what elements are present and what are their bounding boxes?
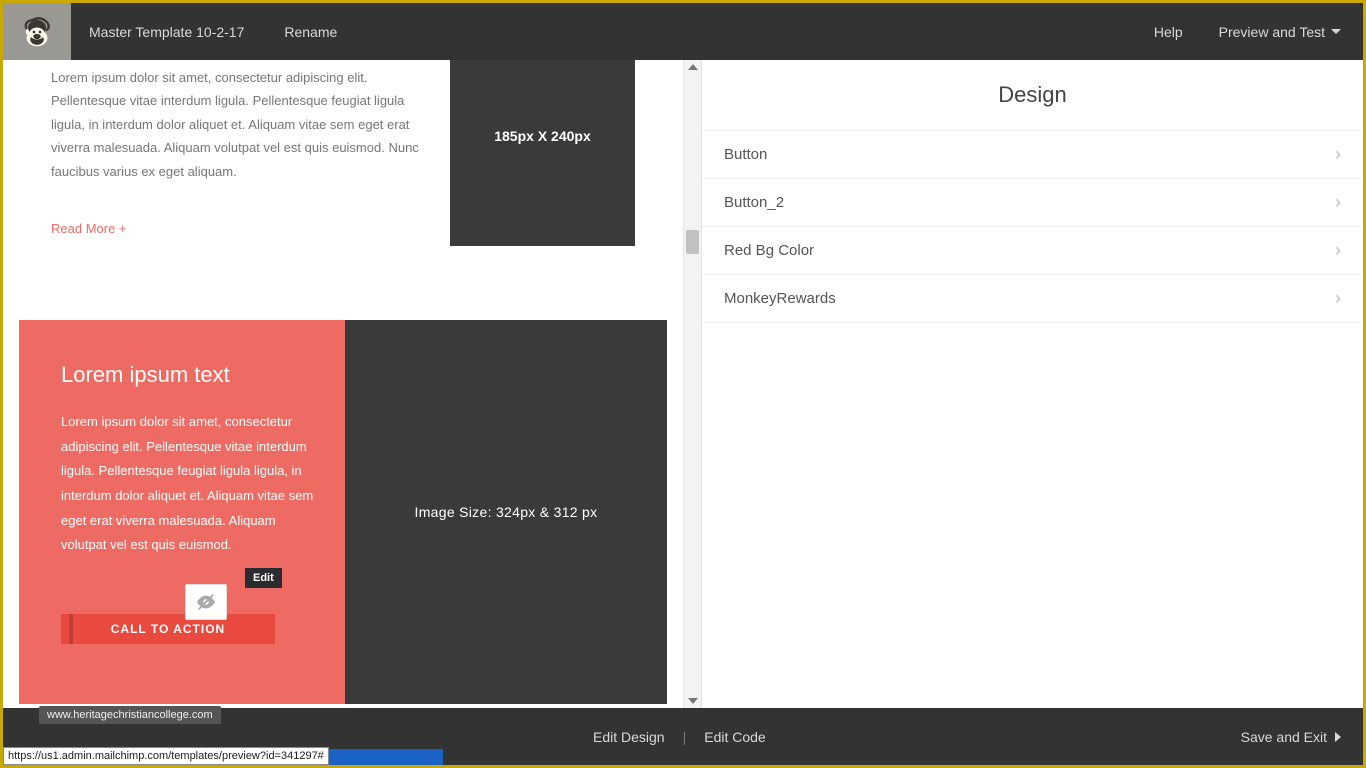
rename-link[interactable]: Rename [284,24,337,40]
content-block-red-cta[interactable]: Lorem ipsum text Lorem ipsum dolor sit a… [19,320,667,704]
design-item-label: Red Bg Color [724,242,814,259]
image-placeholder-large[interactable]: Image Size: 324px & 312 px [345,320,667,704]
save-and-exit-button[interactable]: Save and Exit [1241,729,1341,745]
app-header: Master Template 10-2-17 Rename Help Prev… [3,3,1363,60]
edit-badge[interactable]: Edit [245,568,282,588]
chevron-down-icon [1331,29,1341,34]
chevron-right-icon [1335,732,1341,742]
scroll-down-icon[interactable] [688,698,698,704]
eye-icon [195,591,217,613]
monkey-icon [19,14,55,50]
call-to-action-button[interactable]: CALL TO ACTION [61,614,275,644]
preview-test-dropdown[interactable]: Preview and Test [1219,24,1341,40]
chevron-right-icon: › [1335,288,1341,309]
content-text-column: Lorem ipsum dolor sit amet, consectetur … [51,60,432,246]
status-bar-url: https://us1.admin.mailchimp.com/template… [3,747,329,765]
edit-code-link[interactable]: Edit Code [704,729,765,745]
canvas-scrollbar[interactable] [683,60,701,708]
mailchimp-logo[interactable] [3,3,71,60]
main-split: Lorem ipsum dolor sit amet, consectetur … [3,60,1363,708]
chevron-right-icon: › [1335,192,1341,213]
image-placeholder-small[interactable]: 185px X 240px [450,60,635,246]
save-label: Save and Exit [1241,729,1327,745]
help-link[interactable]: Help [1154,24,1183,40]
scroll-up-icon[interactable] [688,64,698,70]
block-body: Lorem ipsum dolor sit amet, consectetur … [61,410,317,558]
visibility-toggle[interactable] [185,584,227,620]
preview-label: Preview and Test [1219,24,1325,40]
content-block-text-image[interactable]: Lorem ipsum dolor sit amet, consectetur … [19,60,667,282]
chevron-right-icon: › [1335,144,1341,165]
separator: | [683,729,687,745]
design-panel: Design Button › Button_2 › Red Bg Color … [701,60,1363,708]
read-more-link[interactable]: Read More + [51,217,432,240]
scroll-thumb[interactable] [686,230,699,254]
design-item-red-bg[interactable]: Red Bg Color › [702,227,1363,275]
edit-design-link[interactable]: Edit Design [593,729,665,745]
chevron-right-icon: › [1335,240,1341,261]
design-panel-title: Design [702,60,1363,131]
design-item-button-2[interactable]: Button_2 › [702,179,1363,227]
design-item-monkeyrewards[interactable]: MonkeyRewards › [702,275,1363,323]
template-name: Master Template 10-2-17 [89,24,244,40]
red-text-column: Lorem ipsum text Lorem ipsum dolor sit a… [19,320,345,704]
help-label: Help [1154,24,1183,40]
design-item-button[interactable]: Button › [702,131,1363,179]
canvas-pane: Lorem ipsum dolor sit amet, consectetur … [3,60,701,708]
design-item-label: Button [724,146,767,163]
email-canvas[interactable]: Lorem ipsum dolor sit amet, consectetur … [3,60,683,708]
footer-center-links: Edit Design | Edit Code [593,729,766,745]
credit-badge: www.heritagechristiancollege.com [39,706,221,724]
content-body: Lorem ipsum dolor sit amet, consectetur … [51,66,432,183]
design-item-label: Button_2 [724,194,784,211]
block-title: Lorem ipsum text [61,362,317,388]
design-item-label: MonkeyRewards [724,290,836,307]
